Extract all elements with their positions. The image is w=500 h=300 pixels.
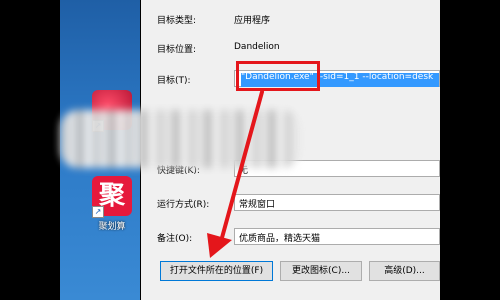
annotation-arrow	[207, 90, 264, 258]
